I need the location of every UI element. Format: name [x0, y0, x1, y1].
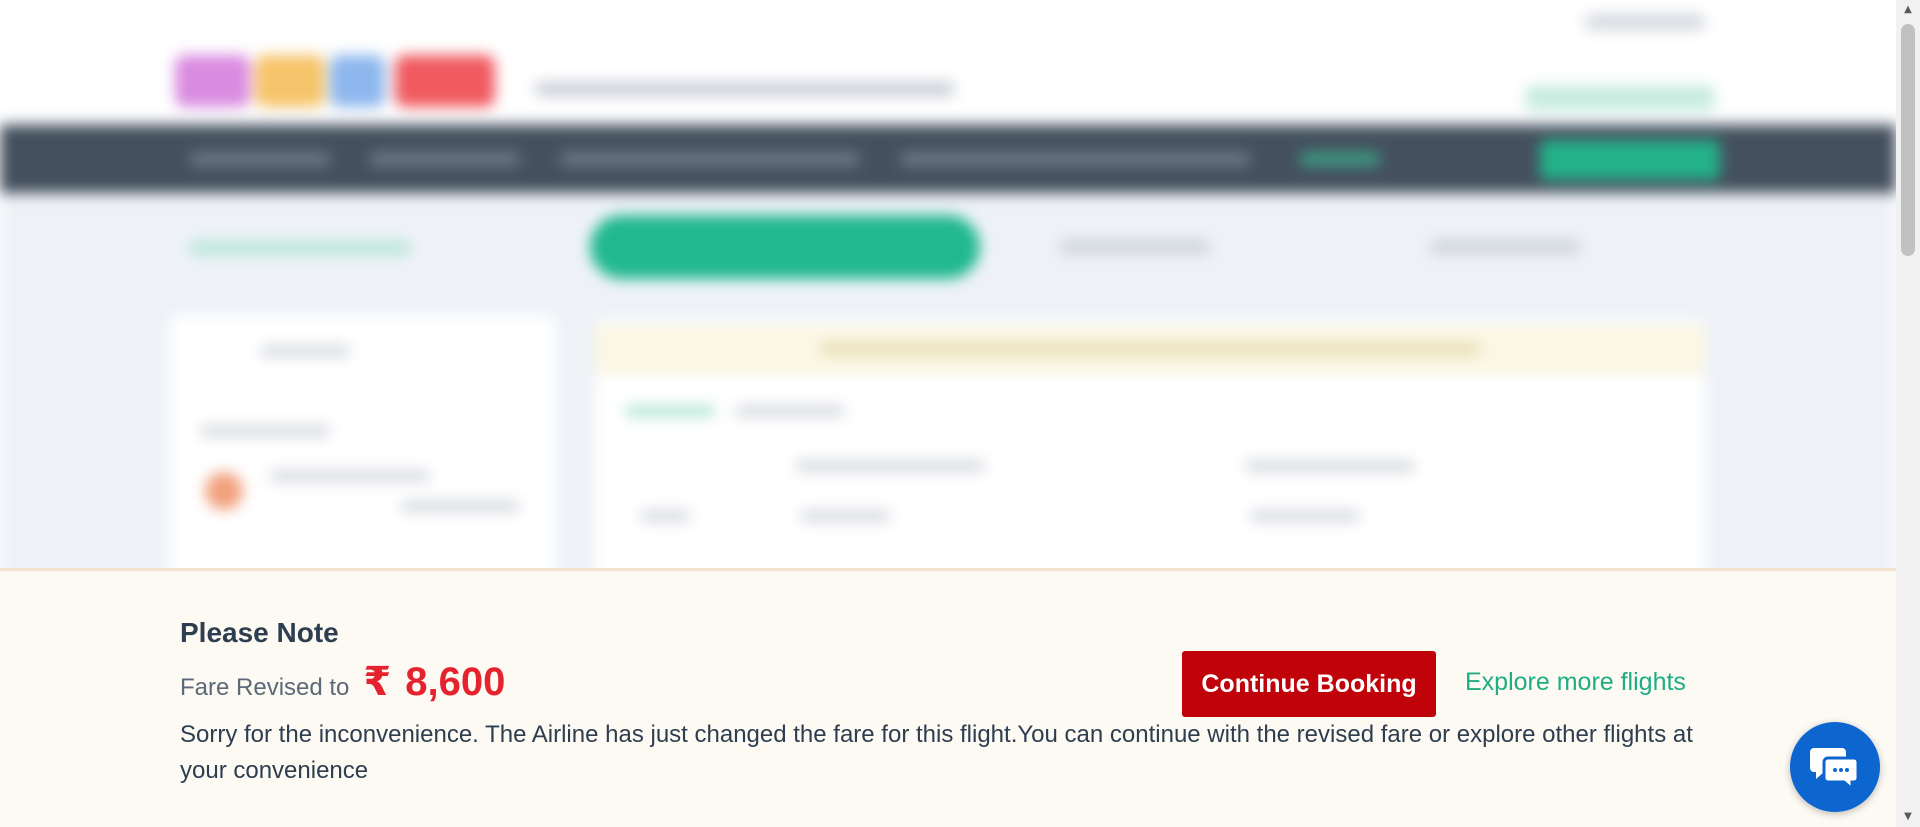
bg-tagline — [535, 82, 955, 96]
bg-step-active — [590, 215, 980, 279]
fare-row: Fare Revised to ₹8,600 — [180, 659, 505, 705]
bg-logo-part — [175, 55, 250, 107]
bg-top-link — [1585, 14, 1705, 30]
bg-logo-part — [395, 55, 495, 107]
bg-nav-item — [370, 152, 520, 166]
bg-nav-item — [900, 152, 1250, 166]
bg-back-link — [190, 240, 410, 256]
bg-line — [200, 425, 330, 437]
triangle-up-icon[interactable]: ▲ — [1896, 0, 1920, 20]
explore-more-flights-link[interactable]: Explore more flights — [1465, 668, 1686, 697]
bg-line — [795, 460, 985, 472]
fare-label: Fare Revised to — [180, 674, 350, 701]
bg-line — [400, 500, 520, 512]
bg-step — [1060, 240, 1210, 254]
bg-line — [820, 343, 1480, 355]
bg-line — [625, 405, 715, 417]
panel-message: Sorry for the inconvenience. The Airline… — [180, 721, 1693, 784]
bg-line — [260, 345, 350, 357]
bg-line — [800, 510, 890, 522]
bg-line — [735, 405, 845, 417]
fare-value: 8,600 — [405, 660, 506, 704]
bg-nav-item — [560, 152, 860, 166]
bg-line — [1245, 460, 1415, 472]
bg-nav-item — [190, 152, 330, 166]
chat-bubbles-icon — [1810, 748, 1860, 790]
panel-title: Please Note — [180, 617, 339, 648]
bg-nav-button — [1540, 140, 1720, 180]
triangle-down-icon[interactable]: ▼ — [1896, 807, 1920, 827]
bg-top-button — [1525, 85, 1715, 111]
bg-side-card — [170, 315, 555, 585]
scrollbar[interactable]: ▲ ▼ — [1896, 0, 1920, 827]
bg-line — [1250, 510, 1360, 522]
scrollbar-thumb[interactable] — [1901, 24, 1915, 256]
bg-logo-part — [255, 55, 325, 107]
bg-logo-part — [330, 55, 385, 107]
bg-line — [640, 510, 690, 522]
fare-amount: ₹8,600 — [363, 659, 505, 705]
bg-avatar — [205, 472, 243, 510]
fare-revised-panel: Please Note Fare Revised to ₹8,600 Sorry… — [0, 568, 1896, 827]
bg-step — [1430, 240, 1580, 254]
bg-nav-item — [1300, 152, 1380, 166]
bg-line — [270, 470, 430, 482]
rupee-icon: ₹ — [363, 659, 392, 705]
chat-button[interactable] — [1790, 722, 1880, 812]
continue-booking-button[interactable]: Continue Booking — [1182, 651, 1436, 717]
